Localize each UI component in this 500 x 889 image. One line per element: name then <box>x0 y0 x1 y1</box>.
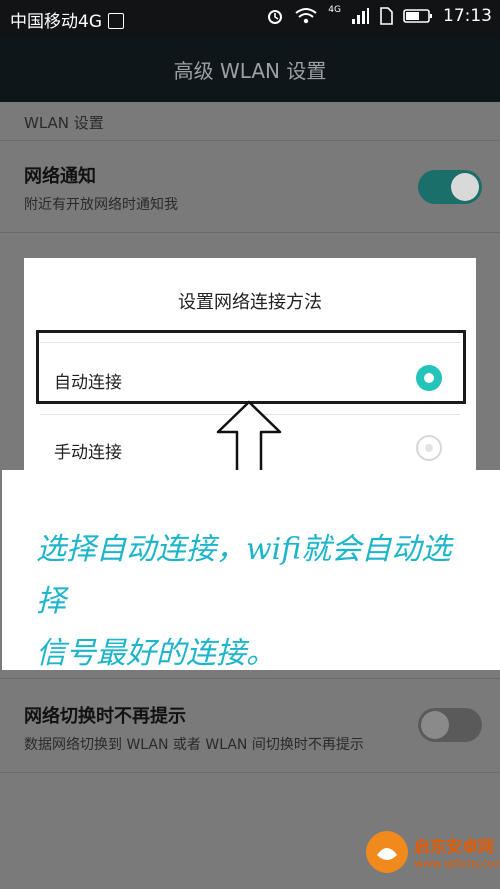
page-title: 高级 WLAN 设置 <box>173 58 327 83</box>
status-left: 中国移动4G <box>10 7 124 32</box>
watermark-name: 启东安卓网 <box>414 837 495 856</box>
network-notify-toggle[interactable] <box>418 170 482 204</box>
annotation-line-2: 信号最好的连接。 <box>36 636 276 671</box>
title-bar: 高级 WLAN 设置 <box>0 36 500 102</box>
watermark-url: www.qdlxtq.com <box>414 857 500 870</box>
option-label: 手动连接 <box>54 443 122 463</box>
network-notify-subtitle: 附近有开放网络时通知我 <box>24 197 178 213</box>
screenshot-icon <box>108 12 124 29</box>
battery-icon <box>403 9 432 23</box>
annotation-panel: 选择自动连接，wifi就会自动选择 信号最好的连接。 <box>2 470 500 671</box>
highlight-box <box>36 330 466 404</box>
toggle-knob <box>421 711 449 739</box>
signal-icon <box>352 8 369 24</box>
annotation-text: 选择自动连接，wifi就会自动选择 信号最好的连接。 <box>36 524 476 680</box>
no-prompt-switch-toggle[interactable] <box>418 708 482 742</box>
status-bar: 中国移动4G 4G 17:13 <box>0 0 500 36</box>
divider <box>0 772 500 773</box>
watermark-logo-icon <box>366 831 408 873</box>
toggle-knob <box>451 173 479 201</box>
divider <box>0 140 500 141</box>
watermark: 启东安卓网 www.qdlxtq.com <box>360 819 500 889</box>
annotation-line-1: 选择自动连接，wifi就会自动选择 <box>36 532 452 619</box>
sim-icon <box>380 7 393 25</box>
carrier-label: 中国移动4G <box>10 12 102 32</box>
network-4g-badge: 4G <box>328 5 341 15</box>
no-prompt-switch-title: 网络切换时不再提示 <box>24 706 186 727</box>
wifi-icon <box>295 8 317 24</box>
divider <box>0 232 500 233</box>
status-right: 4G 17:13 <box>266 5 492 26</box>
clock: 17:13 <box>443 6 492 26</box>
network-notify-title: 网络通知 <box>24 166 96 187</box>
dialog-title: 设置网络连接方法 <box>178 292 322 313</box>
section-header: WLAN 设置 <box>24 114 104 132</box>
no-prompt-switch-subtitle: 数据网络切换到 WLAN 或者 WLAN 间切换时不再提示 <box>24 737 364 753</box>
alarm-icon <box>268 10 283 24</box>
radio-unselected-icon[interactable] <box>416 435 442 461</box>
radio-dot <box>425 444 433 452</box>
